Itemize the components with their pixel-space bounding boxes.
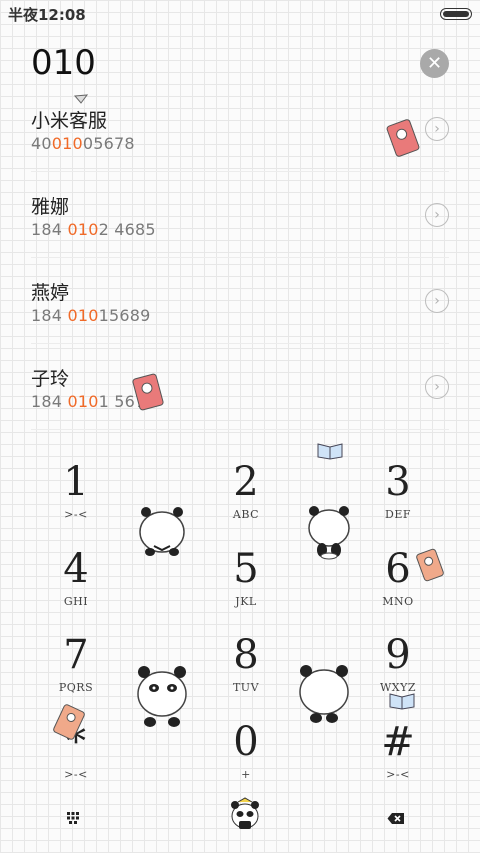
paper-plane-sticker-icon xyxy=(74,94,88,104)
key-hash[interactable]: # >-< xyxy=(338,720,458,800)
key-4[interactable]: 4 GHI xyxy=(16,547,136,627)
chevron-right-icon[interactable]: › xyxy=(425,289,449,313)
key-1[interactable]: 1 >-< xyxy=(16,460,136,540)
key-3[interactable]: 3 DEF xyxy=(338,460,458,540)
dial-input[interactable]: 010 xyxy=(31,43,96,83)
book-sticker-icon xyxy=(317,443,343,460)
keypad-toggle-button[interactable] xyxy=(53,800,93,836)
chevron-right-icon[interactable]: › xyxy=(425,203,449,227)
backspace-button[interactable] xyxy=(376,800,416,836)
close-icon: ✕ xyxy=(426,53,443,74)
contact-item[interactable]: 子玲 184 0101 5678 › xyxy=(31,344,449,430)
clear-button[interactable]: ✕ xyxy=(420,49,449,78)
call-button[interactable] xyxy=(225,796,265,832)
panda-sticker-icon xyxy=(139,507,185,556)
status-time: 半夜12:08 xyxy=(8,6,86,24)
key-0[interactable]: 0 + xyxy=(186,720,306,800)
panda-call-icon xyxy=(231,797,259,829)
contact-number: 4001005678 xyxy=(31,134,135,153)
bottom-bar xyxy=(0,790,480,845)
panda-sticker-icon xyxy=(308,506,350,560)
key-5[interactable]: 5 JKL xyxy=(186,547,306,627)
notebook-sticker-icon xyxy=(53,704,85,740)
panda-sticker-icon xyxy=(137,666,187,727)
key-8[interactable]: 8 TUV xyxy=(186,633,306,713)
notebook-sticker-icon xyxy=(386,119,420,157)
key-2[interactable]: 2 ABC xyxy=(186,460,306,540)
battery-icon xyxy=(440,8,472,20)
book-sticker-icon xyxy=(389,693,415,710)
backspace-icon xyxy=(387,812,404,824)
contact-name: 雅娜 xyxy=(31,196,70,218)
notebook-sticker-icon xyxy=(132,373,164,411)
contact-name: 子玲 xyxy=(31,368,70,390)
panda-sticker-icon xyxy=(299,665,349,723)
contact-item[interactable]: 雅娜 184 0102 4685 › xyxy=(31,172,449,258)
notebook-sticker-icon xyxy=(416,548,444,582)
contact-item[interactable]: 燕婷 184 01015689 › xyxy=(31,258,449,344)
contact-name: 燕婷 xyxy=(31,282,70,304)
chevron-right-icon[interactable]: › xyxy=(425,375,449,399)
keypad-icon xyxy=(67,812,79,824)
status-bar: 半夜12:08 xyxy=(0,0,480,28)
contact-number: 184 01015689 xyxy=(31,306,151,325)
chevron-right-icon[interactable]: › xyxy=(425,117,449,141)
contact-name: 小米客服 xyxy=(31,110,108,132)
key-7[interactable]: 7 PQRS xyxy=(16,633,136,713)
contact-number: 184 0102 4685 xyxy=(31,220,156,239)
